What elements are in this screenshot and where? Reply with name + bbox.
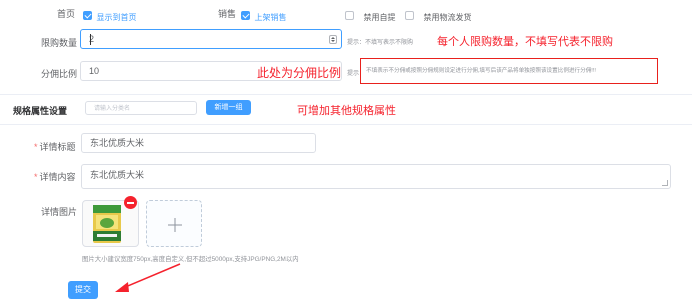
spec-attr-label: 规格属性设置 [13, 106, 68, 116]
detail-content-label: * 详情内容 [34, 170, 76, 183]
section-divider-top [0, 94, 692, 95]
detail-content-textarea[interactable]: 东北优质大米 [81, 164, 671, 189]
uploaded-image-thumb[interactable] [82, 196, 139, 247]
purchase-limit-hint: 提示：不填写表示不限购 [347, 40, 414, 46]
spec-attr-annotation: 可增加其他规格属性 [297, 105, 396, 117]
detail-title-value: 东北优质大米 [90, 138, 145, 148]
detail-title-label-text: 详情标题 [39, 142, 76, 152]
checkbox-unchecked-icon [405, 11, 414, 21]
logistics-checkbox[interactable]: 禁用物流发货 [405, 7, 471, 25]
purchase-limit-label: 限购数量 [41, 38, 78, 48]
submit-button[interactable]: 提交 [68, 281, 98, 299]
sales-label: 销售 [218, 9, 237, 19]
purchase-limit-annotation: 每个人限购数量，不填写代表不限购 [437, 36, 613, 48]
sales-option-label: 上架销售 [254, 13, 287, 22]
spec-name-input[interactable]: 请输入分类名 [85, 101, 197, 115]
commission-value: 10 [89, 66, 100, 76]
homepage-option-label: 显示到首页 [96, 13, 137, 22]
homepage-checkbox[interactable]: 显示到首页 [83, 7, 136, 25]
detail-images-label: 详情图片 [41, 207, 78, 217]
checkbox-checked-icon [83, 11, 92, 21]
self-pickup-checkbox[interactable]: 禁用自提 [345, 7, 395, 25]
plus-icon [168, 218, 182, 232]
resize-handle-icon[interactable] [662, 180, 668, 186]
required-asterisk: * [34, 172, 38, 182]
stepper-up-icon[interactable] [331, 36, 335, 39]
sales-checkbox[interactable]: 上架销售 [241, 7, 286, 25]
detail-title-label: * 详情标题 [34, 140, 76, 153]
purchase-limit-input[interactable]: 2 [80, 29, 342, 49]
homepage-label: 首页 [57, 9, 76, 19]
stepper-down-icon[interactable] [331, 40, 335, 43]
commission-annotation: 此处为分佣比例 [257, 66, 342, 80]
commission-hint-highlight-box: 不填表示不分佣或按照分佣规则设定进行分佣,填写后该产品将单独按照该设置比例进行分… [360, 58, 658, 84]
number-stepper[interactable] [329, 35, 337, 44]
section-divider-bottom [0, 124, 692, 125]
checkbox-checked-icon [241, 11, 250, 21]
self-pickup-option-label: 禁用自提 [363, 13, 396, 22]
spec-name-placeholder: 请输入分类名 [94, 106, 131, 112]
detail-content-label-text: 详情内容 [39, 172, 76, 182]
required-asterisk: * [34, 142, 38, 152]
annotation-arrow-icon [115, 263, 181, 292]
image-upload-slot[interactable] [146, 200, 202, 247]
text-cursor [89, 34, 91, 45]
add-group-button[interactable]: 新增一组 [206, 100, 251, 115]
commission-label: 分佣比例 [41, 69, 78, 79]
commission-hint-text: 不填表示不分佣或按照分佣规则设定进行分佣,填写后该产品将单独按照该设置比例进行分… [366, 68, 596, 74]
delete-image-icon[interactable] [124, 196, 137, 209]
detail-title-input[interactable]: 东北优质大米 [81, 133, 316, 153]
checkbox-unchecked-icon [345, 11, 354, 21]
logistics-option-label: 禁用物流发货 [423, 13, 472, 22]
detail-content-value: 东北优质大米 [90, 170, 145, 180]
